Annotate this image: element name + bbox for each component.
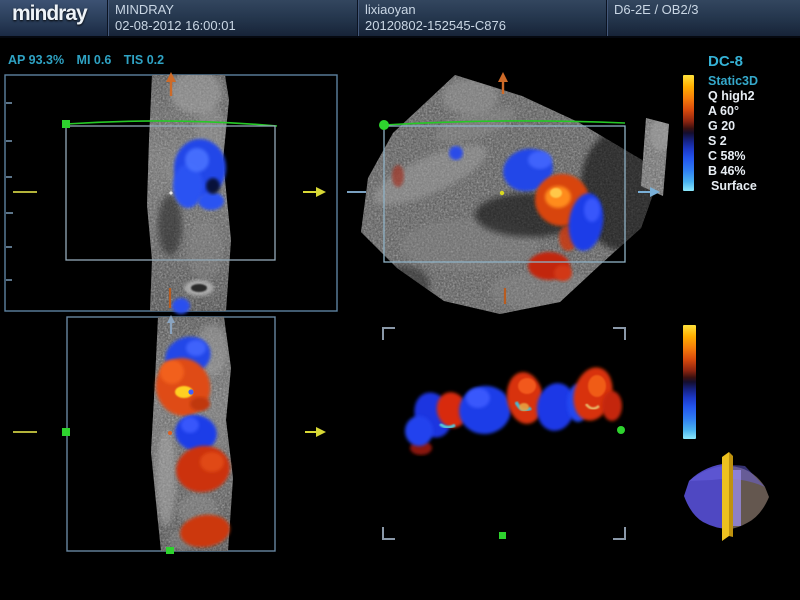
d-render-handle-right[interactable] (617, 426, 625, 434)
quadrant-a-plane (5, 70, 337, 314)
doppler-color-bar-top (683, 75, 694, 191)
quadrant-d-render (383, 328, 625, 539)
patient-name: lixiaoyan (365, 2, 607, 18)
a-curve-handle[interactable] (62, 120, 70, 128)
probe-preset-block: D6-2E / OB2/3 (607, 0, 800, 36)
param-quality: Q high2 (708, 89, 758, 104)
ultrasound-main-screen: mindray MINDRAY 02-08-2012 16:00:01 lixi… (0, 0, 800, 600)
c-plane-handle-bottom[interactable] (166, 547, 174, 554)
param-smooth: S 2 (708, 134, 758, 149)
param-contrast: C 58% (708, 149, 758, 164)
mechanical-index-value: MI 0.6 (77, 53, 112, 67)
acoustic-power-value: AP 93.3% (8, 53, 64, 67)
exam-id: 20120802-152545-C876 (365, 18, 607, 34)
b-curve-handle[interactable] (379, 120, 389, 130)
doppler-color-bar-bottom (683, 325, 696, 439)
exam-datetime: 02-08-2012 16:00:01 (115, 18, 358, 34)
brand-logo: mindray (0, 0, 108, 36)
quadrant-b-plane (347, 70, 672, 320)
top-info-bar: mindray MINDRAY 02-08-2012 16:00:01 lixi… (0, 0, 800, 38)
param-brightness: B 46% (708, 164, 758, 179)
quadrant-c-plane (13, 315, 326, 554)
param-gain: G 20 (708, 119, 758, 134)
d-render-handle-bottom[interactable] (499, 532, 506, 539)
a-depth-ticks (6, 103, 13, 280)
thermal-index-value: TIS 0.2 (124, 53, 164, 67)
b-grayscale-image (355, 70, 660, 320)
orientation-cue-icon (684, 452, 769, 541)
d-cord-render (405, 363, 622, 455)
image-area (0, 0, 800, 600)
param-render-mode: Surface (708, 179, 758, 194)
imaging-parameter-list: Static3D Q high2 A 60° G 20 S 2 C 58% B … (708, 74, 758, 194)
system-name: DC-8 (708, 53, 743, 70)
c-plane-handle-left[interactable] (62, 428, 70, 436)
probe-preset: D6-2E / OB2/3 (614, 2, 800, 18)
facility-datetime-block: MINDRAY 02-08-2012 16:00:01 (108, 0, 358, 36)
acoustic-output-line: AP 93.3% MI 0.6 TIS 0.2 (8, 53, 173, 67)
facility-name: MINDRAY (115, 2, 358, 18)
patient-info-block: lixiaoyan 20120802-152545-C876 (358, 0, 607, 36)
param-angle: A 60° (708, 104, 758, 119)
brand-logo-text: mindray (12, 6, 87, 22)
param-mode: Static3D (708, 74, 758, 89)
